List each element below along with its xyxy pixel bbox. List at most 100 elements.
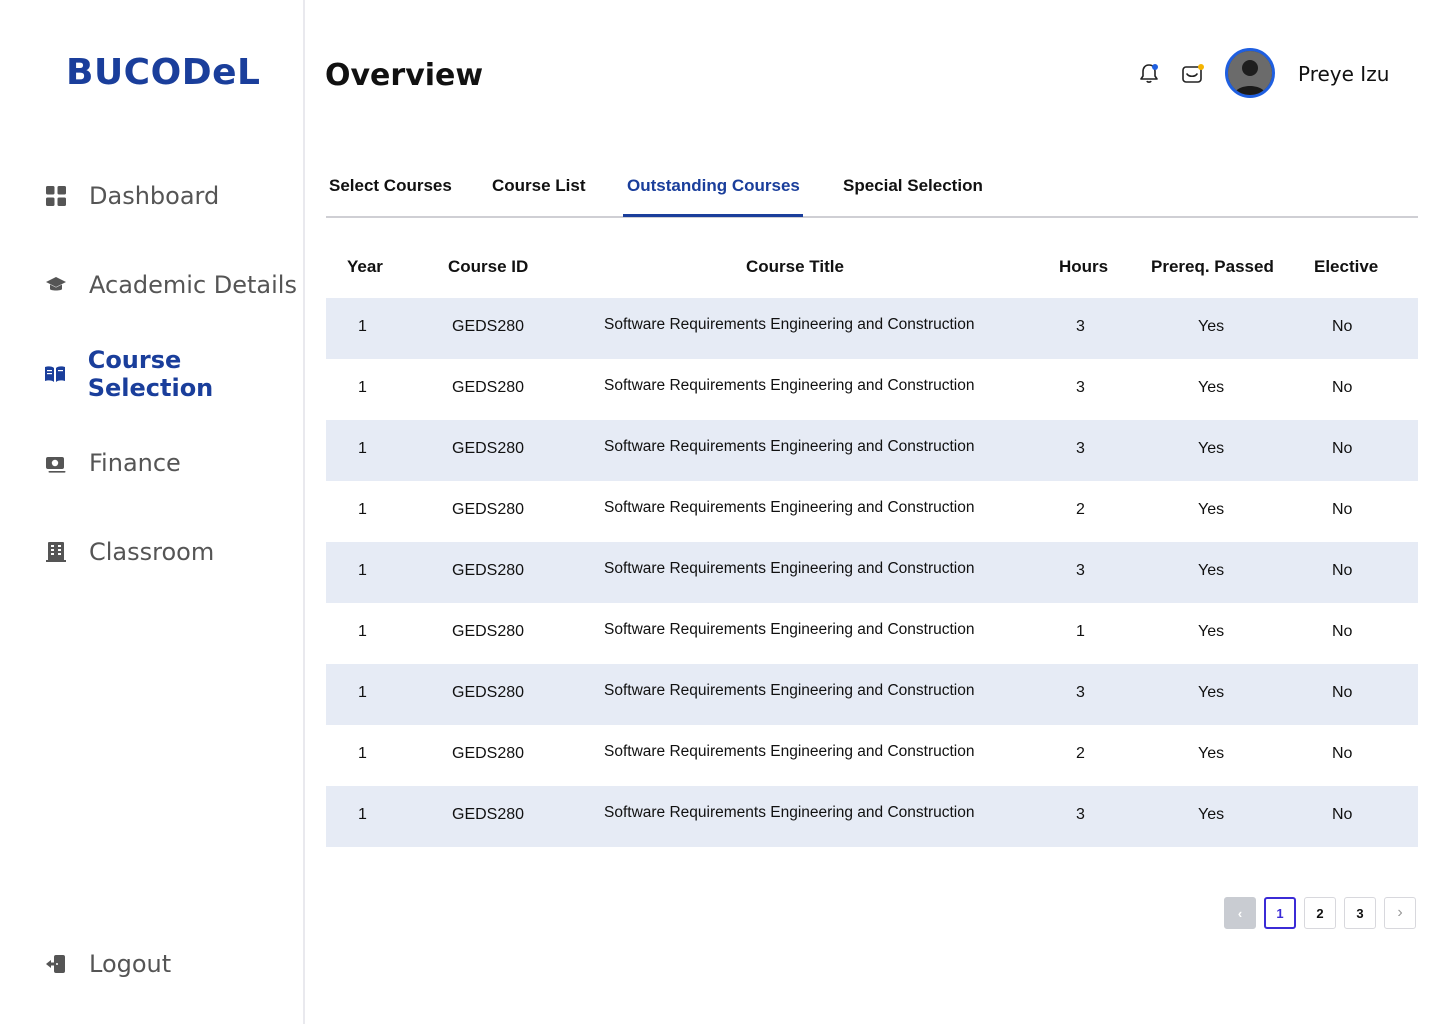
- cell-elective: No: [1332, 379, 1353, 396]
- column-header-course-id: Course ID: [448, 257, 529, 276]
- cell-course-title: Software Requirements Engineering and Co…: [604, 804, 975, 821]
- cell-year: 1: [358, 745, 367, 762]
- cell-hours: 3: [1076, 684, 1085, 701]
- cell-elective: No: [1332, 623, 1353, 640]
- sidebar: BUCODeL Dashboard Academic Details Cours…: [0, 0, 305, 1024]
- table-row[interactable]: 1 GEDS280 Software Requirements Engineerin…: [326, 298, 1418, 359]
- cell-elective: No: [1332, 318, 1353, 335]
- table-header: Year Course ID Course Title Hours Prereq…: [326, 240, 1418, 298]
- table-row[interactable]: 1 GEDS280 Software Requirements Engineerin…: [326, 664, 1418, 725]
- sidebar-item-academic-details[interactable]: Academic Details: [44, 265, 297, 305]
- bell-icon[interactable]: [1137, 62, 1161, 86]
- cell-hours: 3: [1076, 562, 1085, 579]
- table-row[interactable]: 1 GEDS280 Software Requirements Engineerin…: [326, 420, 1418, 481]
- graduation-cap-icon: [44, 273, 68, 297]
- cell-course-id: GEDS280: [452, 379, 525, 396]
- table-row[interactable]: 1 GEDS280 Software Requirements Engineerin…: [326, 603, 1418, 664]
- cell-year: 1: [358, 562, 367, 579]
- cell-course-title: Software Requirements Engineering and Co…: [604, 560, 975, 577]
- sidebar-item-classroom[interactable]: Classroom: [44, 532, 214, 572]
- column-header-elective: Elective: [1314, 257, 1379, 276]
- cell-course-title: Software Requirements Engineering and Co…: [604, 316, 975, 333]
- pagination-page-3[interactable]: 3: [1344, 897, 1376, 929]
- pagination-page-1[interactable]: 1: [1264, 897, 1296, 929]
- tab-course-list[interactable]: Course List: [492, 176, 586, 212]
- cell-course-id: GEDS280: [452, 318, 525, 335]
- tab-outstanding-courses[interactable]: Outstanding Courses: [627, 176, 800, 212]
- cell-course-id: GEDS280: [452, 440, 525, 457]
- sidebar-item-label: Classroom: [89, 538, 215, 566]
- table-body: 1 GEDS280 Software Requirements Engineerin…: [326, 298, 1418, 847]
- cell-hours: 3: [1076, 379, 1085, 396]
- column-header-course-title: Course Title: [746, 257, 844, 276]
- table-row[interactable]: 1 GEDS280 Software Requirements Engineerin…: [326, 542, 1418, 603]
- cell-elective: No: [1332, 684, 1353, 701]
- cell-elective: No: [1332, 501, 1353, 518]
- cell-elective: No: [1332, 745, 1353, 762]
- column-header-hours: Hours: [1059, 257, 1109, 276]
- logout-label: Logout: [89, 950, 172, 978]
- cell-hours: 3: [1076, 440, 1085, 457]
- sidebar-item-course-selection[interactable]: Course Selection: [44, 346, 303, 402]
- sidebar-item-label: Dashboard: [89, 182, 220, 210]
- pagination-next-button[interactable]: ›: [1384, 897, 1416, 929]
- table-row[interactable]: 1 GEDS280 Software Requirements Engineerin…: [326, 481, 1418, 542]
- avatar[interactable]: [1225, 48, 1275, 98]
- sidebar-item-finance[interactable]: Finance: [44, 443, 181, 483]
- cell-prereq-passed: Yes: [1198, 379, 1225, 396]
- cell-elective: No: [1332, 806, 1353, 823]
- tab-select-courses[interactable]: Select Courses: [329, 176, 452, 212]
- cell-elective: No: [1332, 440, 1353, 457]
- pagination-page-2[interactable]: 2: [1304, 897, 1336, 929]
- cell-course-title: Software Requirements Engineering and Co…: [604, 438, 975, 455]
- cell-elective: No: [1332, 562, 1353, 579]
- sidebar-item-label: Course Selection: [87, 346, 214, 402]
- mail-icon[interactable]: [1181, 62, 1205, 86]
- cell-course-title: Software Requirements Engineering and Co…: [604, 499, 975, 516]
- cell-hours: 3: [1076, 318, 1085, 335]
- cell-course-id: GEDS280: [452, 806, 525, 823]
- book-open-icon: [44, 362, 67, 386]
- column-header-prereq-passed: Prereq. Passed: [1151, 257, 1274, 276]
- cell-prereq-passed: Yes: [1198, 623, 1225, 640]
- user-name: Preye Izu: [1298, 62, 1390, 86]
- cell-year: 1: [358, 501, 367, 518]
- table-row[interactable]: 1 GEDS280 Software Requirements Engineerin…: [326, 359, 1418, 420]
- table-row[interactable]: 1 GEDS280 Software Requirements Engineerin…: [326, 725, 1418, 786]
- cell-year: 1: [358, 806, 367, 823]
- table-row[interactable]: 1 GEDS280 Software Requirements Engineerin…: [326, 786, 1418, 847]
- tab-special-selection[interactable]: Special Selection: [843, 176, 983, 212]
- money-icon: [44, 451, 68, 475]
- cell-course-id: GEDS280: [452, 623, 525, 640]
- cell-year: 1: [358, 440, 367, 457]
- cell-course-id: GEDS280: [452, 684, 525, 701]
- sidebar-item-label: Finance: [89, 449, 181, 477]
- cell-course-title: Software Requirements Engineering and Co…: [604, 377, 975, 394]
- cell-hours: 2: [1076, 745, 1085, 762]
- cell-year: 1: [358, 318, 367, 335]
- cell-hours: 2: [1076, 501, 1085, 518]
- page-title: Overview: [325, 58, 484, 93]
- cell-year: 1: [358, 379, 367, 396]
- dashboard-grid-icon: [44, 184, 68, 208]
- cell-year: 1: [358, 623, 367, 640]
- building-icon: [44, 540, 68, 564]
- sidebar-item-dashboard[interactable]: Dashboard: [44, 176, 219, 216]
- cell-prereq-passed: Yes: [1198, 318, 1225, 335]
- cell-hours: 1: [1076, 623, 1085, 640]
- cell-course-title: Software Requirements Engineering and Co…: [604, 743, 975, 760]
- app-logo: BUCODeL: [66, 52, 261, 93]
- active-tab-indicator: [623, 214, 803, 217]
- cell-prereq-passed: Yes: [1198, 806, 1225, 823]
- cell-prereq-passed: Yes: [1198, 440, 1225, 457]
- cell-prereq-passed: Yes: [1198, 562, 1225, 579]
- cell-prereq-passed: Yes: [1198, 745, 1225, 762]
- logout-icon: [44, 952, 68, 976]
- cell-prereq-passed: Yes: [1198, 501, 1225, 518]
- cell-year: 1: [358, 684, 367, 701]
- logout-button[interactable]: Logout: [44, 944, 171, 984]
- column-header-year: Year: [347, 257, 383, 276]
- cell-course-id: GEDS280: [452, 562, 525, 579]
- courses-table: Year Course ID Course Title Hours Prereq…: [326, 240, 1418, 847]
- pagination-prev-button[interactable]: ‹: [1224, 897, 1256, 929]
